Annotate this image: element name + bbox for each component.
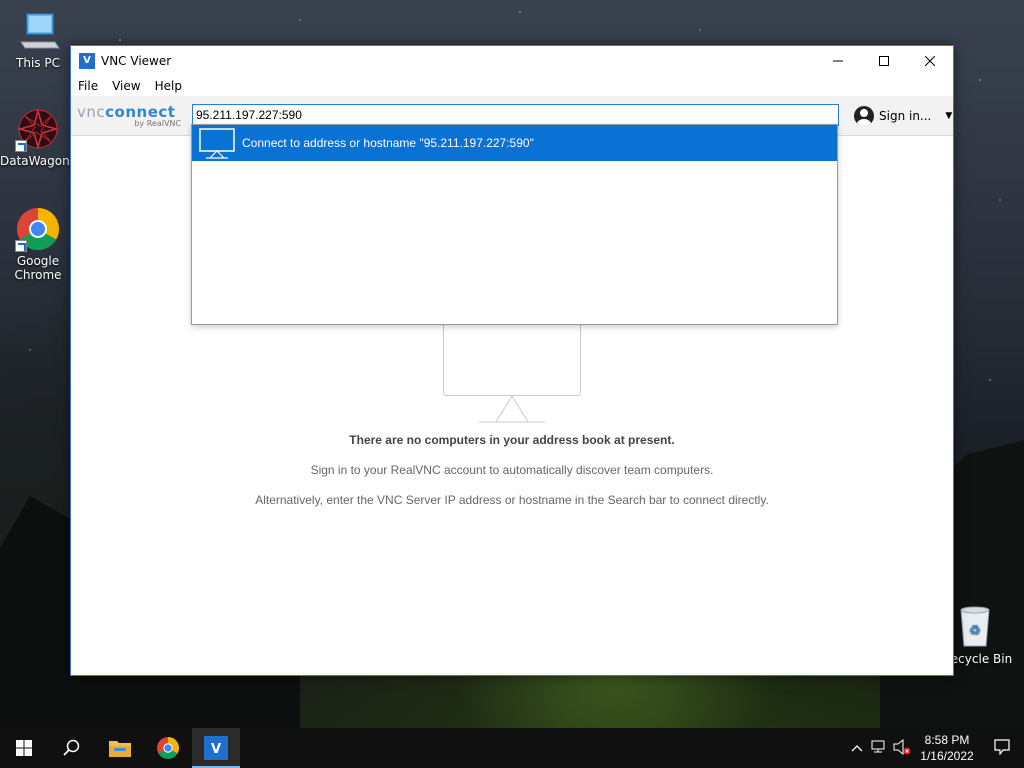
monitor-stand-illustration (479, 395, 545, 423)
notifications-button[interactable] (980, 738, 1024, 758)
desktop-icon-this-pc[interactable]: This PC (0, 8, 76, 70)
chrome-icon (157, 737, 179, 759)
maximize-icon (879, 56, 889, 66)
desktop-icon-datawagon[interactable]: DataWagon... (0, 106, 82, 168)
vnc-connect-logo: vncconnect by RealVNC (77, 102, 181, 128)
monitor-icon (198, 126, 236, 160)
start-button[interactable] (0, 728, 48, 768)
title-bar[interactable]: V VNC Viewer (71, 46, 953, 76)
shortcut-arrow-icon (15, 240, 27, 252)
desktop-icon-label: This PC (16, 56, 60, 70)
search-icon (63, 739, 80, 756)
user-icon (854, 106, 874, 126)
sign-in-button[interactable]: Sign in... ▼ (854, 102, 952, 130)
menu-view[interactable]: View (105, 79, 147, 93)
empty-monitor-illustration (443, 322, 581, 396)
window-title: VNC Viewer (101, 54, 172, 68)
search-suggestions-dropdown: Connect to address or hostname "95.211.1… (191, 124, 838, 325)
menu-file[interactable]: File (71, 79, 105, 93)
taskbar-file-explorer[interactable] (96, 728, 144, 768)
empty-state-heading: There are no computers in your address b… (349, 433, 675, 447)
vnc-viewer-icon: V (204, 736, 228, 760)
desktop-icon-label: DataWagon... (0, 154, 82, 168)
connect-suggestion-label: Connect to address or hostname "95.211.1… (242, 136, 534, 150)
this-pc-icon (15, 8, 61, 54)
shortcut-arrow-icon (15, 140, 27, 152)
volume-button[interactable] (890, 738, 914, 758)
close-icon (925, 56, 935, 66)
system-tray: 8:58 PM 1/16/2022 (846, 728, 1024, 768)
search-input[interactable]: 95.211.197.227:590 (192, 104, 839, 126)
taskbar-search-button[interactable] (48, 728, 96, 768)
taskbar-chrome[interactable] (144, 728, 192, 768)
close-button[interactable] (907, 46, 953, 76)
datawagon-icon (15, 106, 61, 152)
menu-help[interactable]: Help (148, 79, 189, 93)
maximize-button[interactable] (861, 46, 907, 76)
empty-state-line2: Alternatively, enter the VNC Server IP a… (255, 493, 769, 507)
clock[interactable]: 8:58 PM 1/16/2022 (914, 732, 980, 764)
desktop-icon-google-chrome[interactable]: Google Chrome (0, 206, 76, 282)
file-explorer-icon (109, 741, 131, 757)
taskbar-vnc-viewer[interactable]: V (192, 728, 240, 768)
svg-text:V: V (211, 742, 221, 757)
notification-icon (994, 738, 1010, 756)
desktop-icon-label: Recycle Bin (943, 652, 1013, 666)
network-icon (871, 740, 885, 752)
volume-muted-icon (893, 738, 911, 755)
menu-bar: File View Help (71, 76, 953, 96)
clock-time: 8:58 PM (924, 733, 970, 747)
chevron-up-icon (851, 745, 863, 752)
sign-in-label: Sign in... (879, 109, 932, 123)
minimize-icon (833, 60, 843, 62)
logo-subtitle: by RealVNC (134, 118, 181, 128)
taskbar: V 8:58 PM 1/16/2022 (0, 728, 1024, 768)
desktop-icon-label: Google Chrome (14, 254, 62, 282)
connect-suggestion-item[interactable]: Connect to address or hostname "95.211.1… (192, 125, 837, 161)
empty-state-line1: Sign in to your RealVNC account to autom… (310, 463, 714, 477)
minimize-button[interactable] (815, 46, 861, 76)
svg-text:♻: ♻ (969, 623, 981, 638)
clock-date: 1/16/2022 (920, 749, 974, 763)
windows-start-icon (16, 740, 32, 756)
network-button[interactable] (868, 740, 890, 757)
recycle-bin-icon: ♻ (951, 604, 997, 650)
show-hidden-icons-button[interactable] (846, 741, 868, 755)
vnc-app-icon: V (79, 53, 95, 69)
chrome-icon (15, 206, 61, 252)
chevron-down-icon: ▼ (945, 111, 953, 121)
